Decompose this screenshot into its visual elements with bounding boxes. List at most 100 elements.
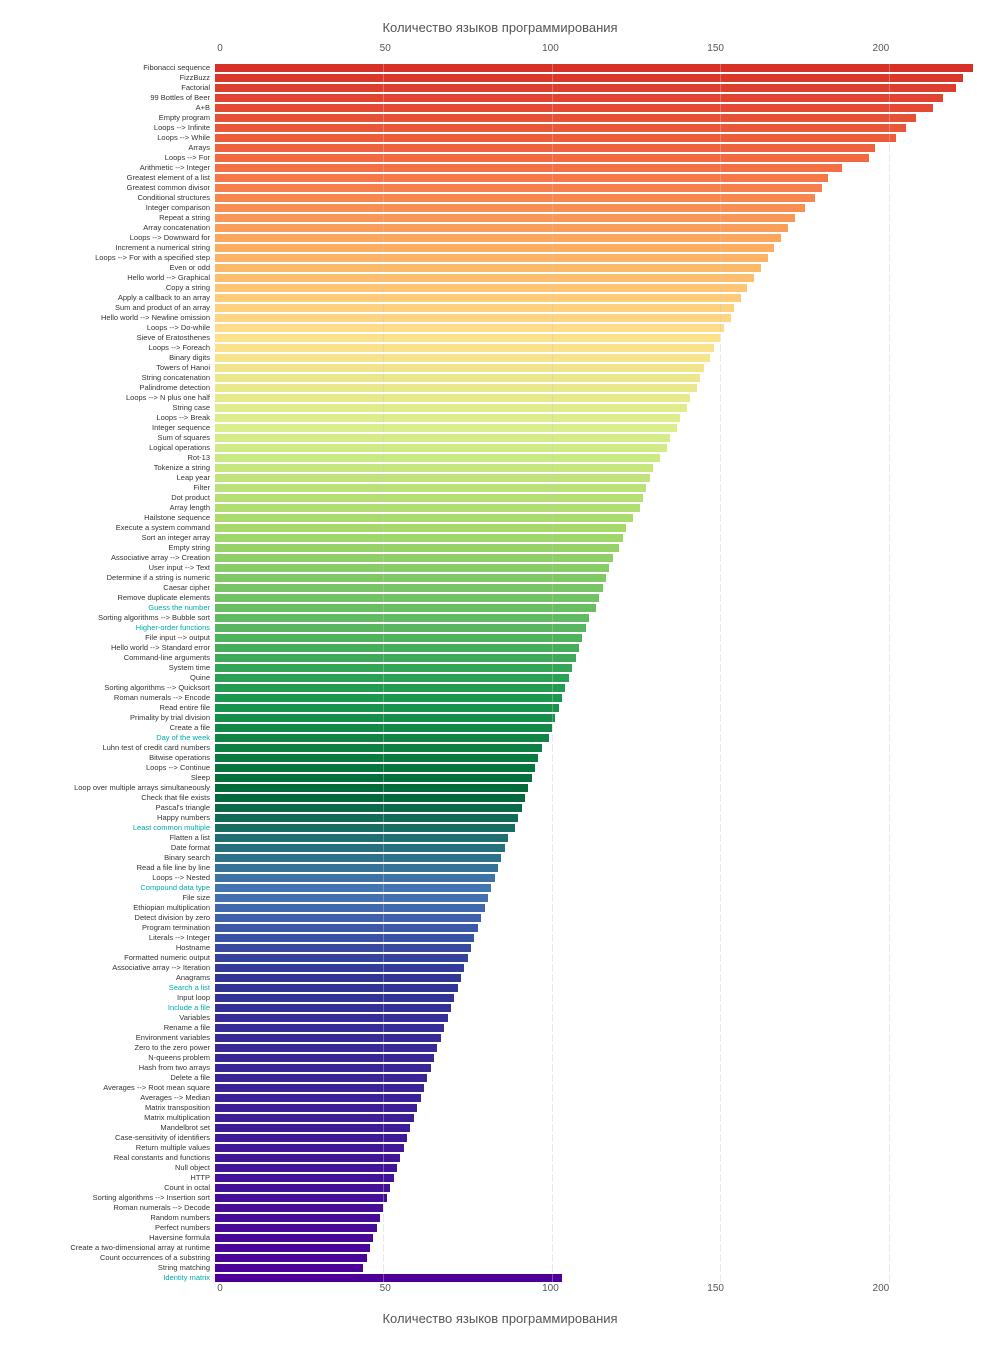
bar-row: Roman numerals --> Encode [10,693,990,702]
bar-row: Anagrams [10,973,990,982]
bar-track [215,1054,990,1062]
bar-track [215,434,990,442]
bar-label: Loops --> Do-while [10,323,215,332]
bar-row: Sleep [10,773,990,782]
bar-label: Repeat a string [10,213,215,222]
bar-row: Least common multiple [10,823,990,832]
bar-fill [215,444,667,452]
bar-label: Flatten a list [10,833,215,842]
bar-track [215,94,990,102]
bar-fill [215,294,741,302]
bar-track [215,894,990,902]
bar-label: Create a two-dimensional array at runtim… [10,1243,215,1252]
bar-track [215,1224,990,1232]
bar-label: Sum of squares [10,433,215,442]
bar-fill [215,1224,377,1232]
bar-fill [215,684,565,692]
bar-track [215,244,990,252]
bar-fill [215,764,535,772]
bar-fill [215,814,518,822]
bar-fill [215,454,660,462]
bar-row: String matching [10,1263,990,1272]
bar-track [215,524,990,532]
bar-row: Logical operations [10,443,990,452]
bar-fill [215,64,973,72]
bar-fill [215,1094,421,1102]
bar-fill [215,834,508,842]
bar-track [215,834,990,842]
bar-track [215,744,990,752]
bar-track [215,774,990,782]
bar-track [215,194,990,202]
bar-fill [215,344,714,352]
bar-fill [215,894,488,902]
bar-row: Check that file exists [10,793,990,802]
bar-row: Sum of squares [10,433,990,442]
bar-row: Array length [10,503,990,512]
bar-fill [215,744,542,752]
bar-fill [215,904,485,912]
bar-label: Date format [10,843,215,852]
bar-label: Even or odd [10,263,215,272]
bar-track [215,294,990,302]
bar-row: Increment a numerical string [10,243,990,252]
bar-row: Arrays [10,143,990,152]
bar-track [215,884,990,892]
bar-fill [215,404,687,412]
bar-label: Search a list [10,983,215,992]
bar-label: Binary digits [10,353,215,362]
bar-track [215,1064,990,1072]
bar-track [215,564,990,572]
bar-fill [215,804,522,812]
bar-track [215,1014,990,1022]
bar-fill [215,954,468,962]
bar-track [215,1134,990,1142]
bar-fill [215,104,933,112]
bar-track [215,854,990,862]
bar-fill [215,974,461,982]
bar-row: HTTP [10,1173,990,1182]
bar-row: Null object [10,1163,990,1172]
bar-track [215,1184,990,1192]
bar-track [215,624,990,632]
bar-fill [215,384,697,392]
bar-row: Filter [10,483,990,492]
bar-label: Determine if a string is numeric [10,573,215,582]
bar-row: Guess the number [10,603,990,612]
bar-fill [215,844,505,852]
bar-row: Sum and product of an array [10,303,990,312]
bar-row: Rot-13 [10,453,990,462]
bar-row: Case-sensitivity of identifiers [10,1133,990,1142]
bar-label: Matrix transposition [10,1103,215,1112]
bar-fill [215,784,528,792]
bar-fill [215,1034,441,1042]
bar-label: Tokenize a string [10,463,215,472]
bar-fill [215,714,555,722]
bar-track [215,134,990,142]
bar-fill [215,734,549,742]
bar-track [215,1114,990,1122]
bar-fill [215,134,896,142]
bar-track [215,84,990,92]
bar-label: Detect division by zero [10,913,215,922]
bar-track [215,1204,990,1212]
bar-label: Loops --> While [10,133,215,142]
bar-label: User input --> Text [10,563,215,572]
bar-row: Identity matrix [10,1273,990,1282]
bar-track [215,384,990,392]
bar-row: String case [10,403,990,412]
bar-row: Hostname [10,943,990,952]
bar-track [215,344,990,352]
bar-label: Loop over multiple arrays simultaneously [10,783,215,792]
bar-track [215,994,990,1002]
chart-title-bottom: Количество языков программирования [10,1311,990,1326]
bar-row: Dot product [10,493,990,502]
bar-fill [215,154,869,162]
bar-label: Loops --> Continue [10,763,215,772]
bar-label: Sieve of Eratosthenes [10,333,215,342]
bar-track [215,374,990,382]
bar-row: Create a file [10,723,990,732]
bar-track [215,184,990,192]
bar-fill [215,474,650,482]
bar-label: Sleep [10,773,215,782]
